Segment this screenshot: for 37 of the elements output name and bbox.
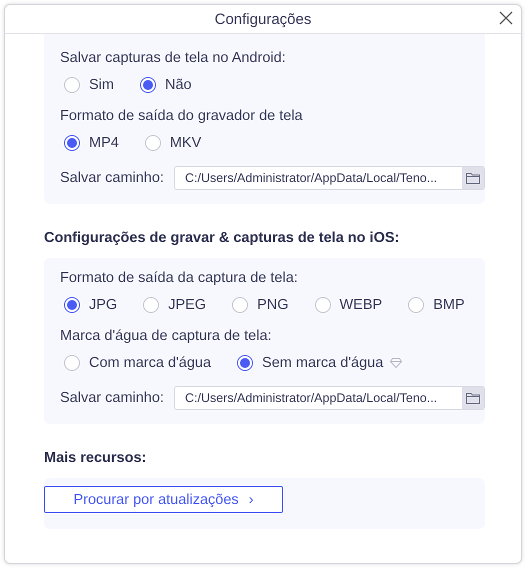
option-label[interactable]: Não: [164, 77, 192, 93]
radio-button[interactable]: [64, 135, 80, 151]
radio-button[interactable]: [64, 297, 80, 313]
option-label[interactable]: WEBP: [340, 297, 382, 313]
radio-button[interactable]: [143, 297, 160, 313]
option-label[interactable]: MKV: [170, 135, 202, 151]
setting-label: Salvar capturas de tela no Android:: [60, 49, 287, 66]
radio-button[interactable]: [232, 297, 248, 313]
path-label: Salvar caminho:: [60, 170, 164, 186]
setting-label: Formato de saída do gravador de tela: [60, 107, 304, 124]
folder-icon[interactable]: [466, 392, 480, 404]
update-button[interactable]: Procurar por atualizações ›: [44, 486, 283, 513]
option-label[interactable]: JPG: [89, 297, 118, 313]
setting-label: Formato de saída da captura de tela:: [60, 269, 299, 286]
radio-button[interactable]: [64, 77, 80, 93]
option-label[interactable]: MP4: [89, 135, 119, 151]
close-icon[interactable]: [499, 11, 513, 25]
radio-button[interactable]: [314, 297, 330, 313]
option-label[interactable]: Sim: [89, 77, 114, 93]
path-field[interactable]: C:/Users/Administrator/AppData/Local/Teno...: [174, 166, 485, 190]
section-heading: Mais recursos:: [44, 450, 148, 466]
section-heading: Configurações de gravar & capturas de tela no iOS:: [44, 230, 400, 246]
option-label[interactable]: Sem marca d'água: [262, 355, 384, 371]
radio-button[interactable]: [144, 135, 161, 151]
option-label[interactable]: Com marca d'água: [89, 355, 212, 371]
radio-button[interactable]: [408, 297, 424, 313]
option-label[interactable]: PNG: [257, 297, 288, 313]
radio-button[interactable]: [140, 77, 156, 93]
radio-button[interactable]: [237, 355, 254, 371]
radio-button[interactable]: [64, 355, 80, 371]
option-label[interactable]: JPEG: [168, 297, 206, 313]
folder-icon[interactable]: [466, 172, 480, 184]
option-label[interactable]: BMP: [433, 297, 465, 313]
path-field[interactable]: C:/Users/Administrator/AppData/Local/Teno...: [174, 386, 485, 410]
setting-label: Marca d'água de captura de tela:: [60, 327, 273, 344]
window-title: Configurações: [214, 10, 312, 28]
path-label: Salvar caminho:: [60, 390, 164, 406]
